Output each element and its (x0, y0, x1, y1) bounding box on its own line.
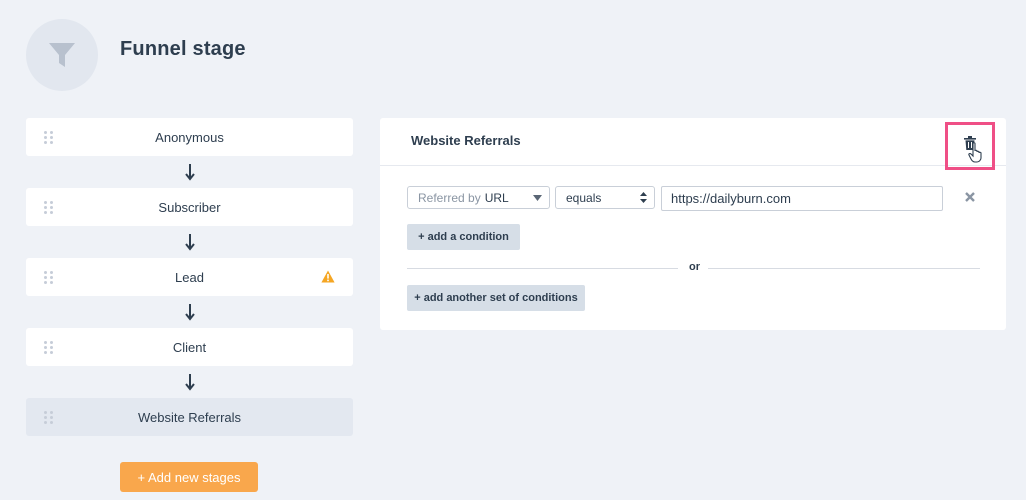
stage-item-client[interactable]: Client (26, 328, 353, 366)
warning-icon (321, 270, 335, 283)
drag-handle-icon[interactable] (44, 411, 54, 424)
field-prefix: Referred by (418, 190, 481, 205)
drag-handle-icon[interactable] (44, 341, 54, 354)
add-new-stages-button[interactable]: + Add new stages (120, 462, 258, 492)
stage-label: Client (172, 339, 207, 355)
panel-header: Website Referrals (380, 118, 1006, 170)
or-label: or (689, 261, 700, 273)
funnel-icon (49, 43, 75, 67)
condition-field-select[interactable]: Referred by URL (407, 186, 550, 209)
condition-row: Referred by URL equals https://dailyburn… (407, 186, 982, 211)
field-value: URL (484, 190, 509, 205)
stage-label: Website Referrals (137, 409, 242, 425)
delete-stage-button[interactable] (945, 122, 995, 170)
add-condition-button[interactable]: + add a condition (407, 224, 520, 250)
stage-item-website-referrals[interactable]: Website Referrals (26, 398, 353, 436)
arrow-down-icon (26, 366, 353, 398)
add-condition-set-label: add another set of conditions (423, 292, 578, 304)
or-divider: or (407, 261, 980, 275)
add-condition-label: add a condition (427, 231, 509, 243)
arrow-down-icon (26, 226, 353, 258)
stage-item-anonymous[interactable]: Anonymous (26, 118, 353, 156)
remove-condition-icon[interactable] (965, 192, 975, 202)
drag-handle-icon[interactable] (44, 201, 54, 214)
hand-cursor-icon (968, 142, 982, 163)
funnel-icon-circle (26, 19, 98, 91)
drag-handle-icon[interactable] (44, 131, 54, 144)
condition-value-input[interactable]: https://dailyburn.com (661, 186, 943, 211)
stage-item-lead[interactable]: Lead (26, 258, 353, 296)
updown-arrows-icon (640, 192, 647, 203)
stage-list: Anonymous Subscriber Lead Client Website… (26, 118, 353, 436)
stage-label: Anonymous (155, 129, 224, 145)
stage-label: Lead (175, 269, 204, 285)
operator-value: equals (566, 190, 602, 205)
arrow-down-icon (26, 296, 353, 328)
stage-label: Subscriber (158, 199, 221, 215)
add-condition-set-button[interactable]: + add another set of conditions (407, 285, 585, 311)
arrow-down-icon (26, 156, 353, 188)
chevron-down-icon (533, 195, 542, 201)
stage-detail-panel: Website Referrals Referred by URL equals… (380, 118, 1006, 330)
drag-handle-icon[interactable] (44, 271, 54, 284)
page-title: Funnel stage (120, 38, 246, 60)
panel-title: Website Referrals (411, 133, 521, 148)
plus-icon: + (418, 231, 425, 243)
stage-item-subscriber[interactable]: Subscriber (26, 188, 353, 226)
condition-operator-select[interactable]: equals (555, 186, 655, 209)
plus-icon: + (414, 292, 421, 304)
